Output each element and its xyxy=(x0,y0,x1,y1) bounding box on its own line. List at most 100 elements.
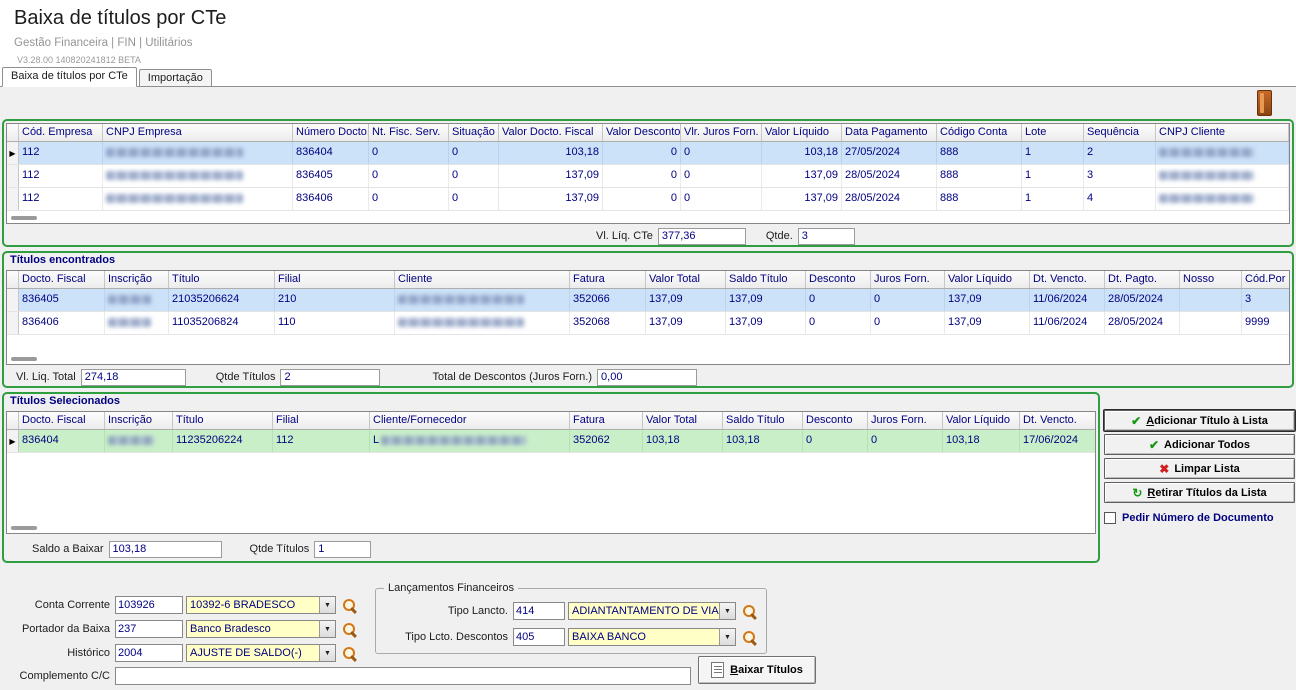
column-header[interactable]: Inscrição xyxy=(105,271,169,288)
vl-liq-total-label: Vl. Liq. Total xyxy=(16,371,76,383)
search-icon[interactable] xyxy=(742,630,757,645)
column-header[interactable]: Valor Líquido xyxy=(945,271,1030,288)
historico-code-input[interactable] xyxy=(115,644,183,662)
adicionar-todos-button[interactable]: ✔Adicionar Todos xyxy=(1104,434,1295,455)
chevron-down-icon[interactable]: ▼ xyxy=(319,645,335,661)
column-header[interactable]: CNPJ Cliente xyxy=(1156,124,1289,141)
column-header[interactable]: Fatura xyxy=(570,412,643,429)
titulos-encontrados-grid: Docto. FiscalInscriçãoTítuloFilialClient… xyxy=(6,270,1290,365)
column-header[interactable]: Valor Docto. Fiscal xyxy=(499,124,603,141)
column-header[interactable]: Código Conta xyxy=(937,124,1022,141)
cell: 17/06/2024 xyxy=(1020,430,1096,452)
cell: 11/06/2024 xyxy=(1030,312,1105,334)
column-header[interactable]: Filial xyxy=(273,412,370,429)
redacted-text xyxy=(108,318,151,327)
search-icon[interactable] xyxy=(342,598,357,613)
adicionar-titulo-lista-button[interactable]: ✔Adicionar Título à Lista xyxy=(1104,410,1295,431)
column-header[interactable]: Cliente/Fornecedor xyxy=(370,412,570,429)
table-row[interactable]: 83640611035206824110352068137,09137,0900… xyxy=(7,312,1289,335)
column-header[interactable]: Dt. Vencto. xyxy=(1030,271,1105,288)
portador-combo[interactable]: Banco Bradesco ▼ xyxy=(186,620,336,638)
tipo-lcto-descontos-combo[interactable]: BAIXA BANCO ▼ xyxy=(568,628,736,646)
retirar-titulos-lista-button[interactable]: ↻Retirar Títulos da Lista xyxy=(1104,482,1295,503)
chevron-down-icon[interactable]: ▼ xyxy=(319,621,335,637)
table-row[interactable]: 11283640600137,0900137,0928/05/202488814 xyxy=(7,188,1289,211)
column-header[interactable]: Cód. Empresa xyxy=(19,124,103,141)
tipo-lancto-combo[interactable]: ADIANTANTAMENTO DE VIAGEM ▼ xyxy=(568,602,736,620)
row-selector xyxy=(7,188,19,210)
h-scrollbar[interactable] xyxy=(11,357,37,361)
chevron-down-icon[interactable]: ▼ xyxy=(719,629,735,645)
historico-combo[interactable]: AJUSTE DE SALDO(-) ▼ xyxy=(186,644,336,662)
column-header[interactable]: Dt. Pagto. xyxy=(1105,271,1180,288)
h-scrollbar[interactable] xyxy=(11,216,37,220)
complemento-input[interactable] xyxy=(115,667,691,685)
column-header[interactable]: Docto. Fiscal xyxy=(19,271,105,288)
column-header[interactable]: Nosso xyxy=(1180,271,1242,288)
cell: 21035206624 xyxy=(169,289,275,311)
column-header[interactable]: Data Pagamento xyxy=(842,124,937,141)
tab-importacao[interactable]: Importação xyxy=(139,69,212,87)
lancamentos-financeiros-legend: Lançamentos Financeiros xyxy=(384,582,518,594)
limpar-lista-button[interactable]: ✖Limpar Lista xyxy=(1104,458,1295,479)
column-header[interactable]: Número Docto. xyxy=(293,124,369,141)
historico-label: Histórico xyxy=(2,647,110,659)
column-header[interactable]: Juros Forn. xyxy=(871,271,945,288)
exit-icon[interactable] xyxy=(1257,90,1272,116)
column-header[interactable]: Valor Líquido xyxy=(943,412,1020,429)
cell: 836404 xyxy=(293,142,369,164)
search-icon[interactable] xyxy=(342,622,357,637)
tipo-lancto-code-input[interactable] xyxy=(513,602,565,620)
search-icon[interactable] xyxy=(742,604,757,619)
column-header[interactable]: Inscrição xyxy=(105,412,173,429)
cell: 0 xyxy=(603,188,681,210)
table-row[interactable]: ▶11283640400103,1800103,1827/05/20248881… xyxy=(7,142,1289,165)
column-header[interactable]: Sequência xyxy=(1084,124,1156,141)
column-header[interactable]: Título xyxy=(169,271,275,288)
column-header[interactable]: Lote xyxy=(1022,124,1084,141)
column-header[interactable]: Dt. Vencto. xyxy=(1020,412,1096,429)
cell: 836406 xyxy=(293,188,369,210)
search-icon[interactable] xyxy=(342,646,357,661)
chevron-down-icon[interactable]: ▼ xyxy=(319,597,335,613)
refresh-icon: ↻ xyxy=(1132,487,1142,499)
column-header[interactable]: Cliente xyxy=(395,271,570,288)
column-header[interactable]: Desconto xyxy=(806,271,871,288)
column-header[interactable]: Juros Forn. xyxy=(868,412,943,429)
pedir-numero-checkbox[interactable] xyxy=(1104,512,1116,524)
column-header[interactable]: Filial xyxy=(275,271,395,288)
h-scrollbar[interactable] xyxy=(11,526,37,530)
redacted-text xyxy=(1159,171,1254,180)
tipo-lcto-descontos-code-input[interactable] xyxy=(513,628,565,646)
column-header[interactable]: Desconto xyxy=(803,412,868,429)
table-row[interactable]: 83640521035206624210352066137,09137,0900… xyxy=(7,289,1289,312)
portador-code-input[interactable] xyxy=(115,620,183,638)
table-row[interactable]: ▶83640411235206224112L352062103,18103,18… xyxy=(7,430,1095,453)
column-header[interactable]: Docto. Fiscal xyxy=(19,412,105,429)
column-header[interactable]: Título xyxy=(173,412,273,429)
table-row[interactable]: 11283640500137,0900137,0928/05/202488813 xyxy=(7,165,1289,188)
column-header[interactable]: Nt. Fisc. Serv. xyxy=(369,124,449,141)
chevron-down-icon[interactable]: ▼ xyxy=(719,603,735,619)
column-header[interactable]: Fatura xyxy=(570,271,646,288)
column-header[interactable]: Valor Desconto xyxy=(603,124,681,141)
column-header[interactable]: Saldo Título xyxy=(723,412,803,429)
cell: 0 xyxy=(868,430,943,452)
tab-baixa-de-titulos[interactable]: Baixa de títulos por CTe xyxy=(2,67,137,87)
cell: 11035206824 xyxy=(169,312,275,334)
column-header[interactable]: Valor Líquido xyxy=(762,124,842,141)
cell: 11/06/2024 xyxy=(1030,289,1105,311)
cell: 9999 xyxy=(1242,312,1290,334)
column-header[interactable]: CNPJ Empresa xyxy=(103,124,293,141)
conta-corrente-combo[interactable]: 10392-6 BRADESCO ▼ xyxy=(186,596,336,614)
column-header[interactable]: Situação xyxy=(449,124,499,141)
baixar-titulos-button[interactable]: Baixar Títulos xyxy=(698,656,816,684)
cell: 110 xyxy=(275,312,395,334)
column-header[interactable]: Valor Total xyxy=(646,271,726,288)
column-header[interactable]: Saldo Título xyxy=(726,271,806,288)
column-header[interactable]: Cód.Por xyxy=(1242,271,1290,288)
column-header[interactable]: Valor Total xyxy=(643,412,723,429)
column-header[interactable]: Vlr. Juros Forn. xyxy=(681,124,762,141)
conta-corrente-code-input[interactable] xyxy=(115,596,183,614)
cell xyxy=(395,289,570,311)
